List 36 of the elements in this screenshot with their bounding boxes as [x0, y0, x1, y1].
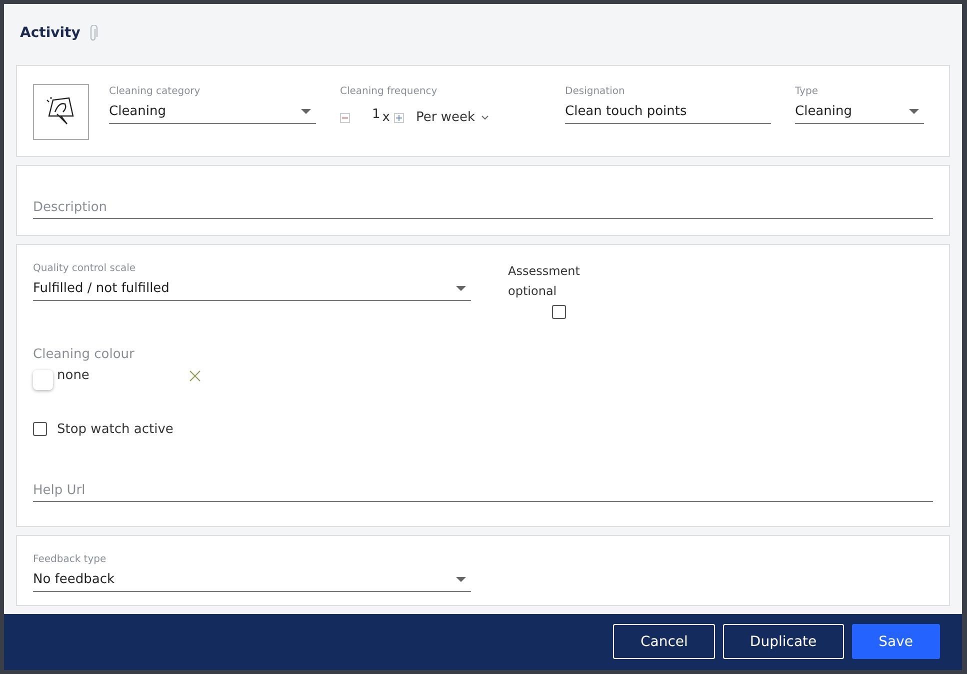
type-dropdown[interactable]: Cleaning	[795, 100, 924, 124]
designation-field[interactable]: Clean touch points	[565, 100, 771, 124]
field-label: Cleaning colour	[33, 346, 134, 362]
minus-button[interactable]	[340, 112, 350, 123]
footer-button[interactable]: Duplicate	[722, 624, 844, 660]
field-label: Type	[795, 86, 819, 97]
close-icon[interactable]	[189, 370, 202, 382]
field-label: Cleaning frequency	[340, 86, 438, 97]
field-label: Feedback type	[33, 554, 108, 565]
cleaning-cloth-icon	[33, 84, 89, 140]
colour-swatch[interactable]	[33, 370, 53, 390]
paperclip-icon[interactable]	[88, 24, 98, 42]
period-dropdown[interactable]: Per week	[416, 110, 489, 126]
stop-watch-label: Stop watch active	[57, 422, 174, 437]
field-label: Cleaning category	[109, 86, 202, 97]
plus-button[interactable]	[394, 112, 404, 123]
save-button[interactable]: Save	[852, 624, 940, 660]
chevron-down-icon	[481, 115, 489, 120]
assessment-label: Assessment optional	[508, 262, 581, 300]
stop-watch-checkbox[interactable]	[33, 422, 47, 436]
help-url-field[interactable]: Help Url	[33, 479, 933, 502]
frequency-count: 1	[372, 107, 380, 122]
scale-dropdown[interactable]: Fulfilled / not fulfilled	[33, 278, 471, 301]
field-label: Quality control scale	[33, 262, 137, 274]
field-label: Designation	[565, 86, 626, 97]
plus-icon	[396, 114, 402, 121]
times-label: x	[382, 110, 390, 126]
footer-button[interactable]: Cancel	[613, 624, 715, 660]
dialog-title: Activity	[20, 25, 80, 42]
minus-icon	[342, 116, 348, 119]
description-input[interactable]: Description	[33, 196, 933, 220]
colour-value: none	[57, 368, 90, 383]
description-field[interactable]: Description	[16, 164, 950, 236]
assessment-checkbox[interactable]	[552, 304, 566, 319]
feedback-dropdown[interactable]: No feedback	[33, 568, 471, 592]
category-dropdown[interactable]: Cleaning	[109, 100, 316, 124]
